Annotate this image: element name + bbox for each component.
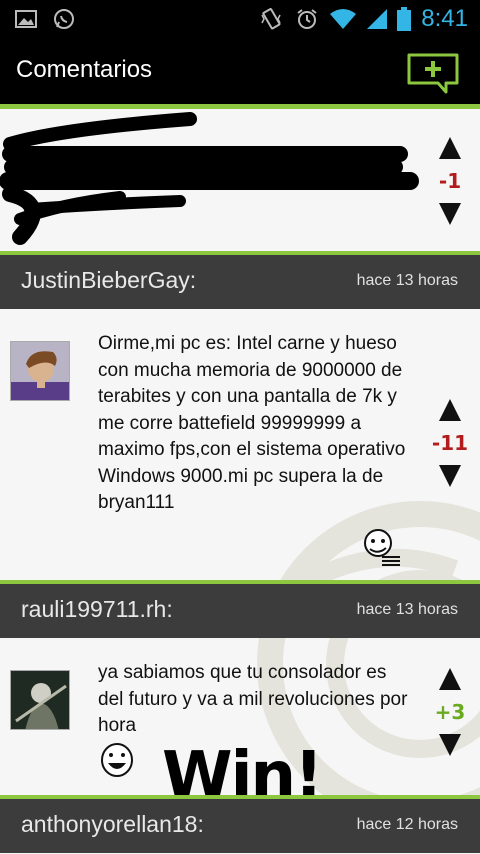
comment-username[interactable]: rauli199711.rh: bbox=[21, 596, 173, 623]
meme-face-icon bbox=[364, 529, 400, 566]
vote-box: -1 bbox=[430, 137, 470, 225]
wifi-icon bbox=[328, 0, 358, 38]
gallery-icon bbox=[14, 0, 38, 38]
upvote-icon[interactable] bbox=[439, 137, 461, 159]
upvote-icon[interactable] bbox=[439, 668, 461, 690]
meme-face-icon bbox=[101, 743, 133, 777]
vote-score: -11 bbox=[431, 431, 469, 455]
avatar[interactable] bbox=[10, 670, 70, 730]
vote-score: +3 bbox=[434, 700, 466, 724]
vote-box: -11 bbox=[430, 399, 470, 487]
comment-item: -1 bbox=[0, 109, 480, 251]
comment-text: Oirme,mi pc es: Intel carne y hueso con … bbox=[98, 333, 406, 513]
scribble-redaction bbox=[0, 112, 419, 245]
downvote-icon[interactable] bbox=[439, 465, 461, 487]
comment-header: rauli199711.rh: hace 13 horas bbox=[0, 580, 480, 638]
action-bar: Comentarios bbox=[0, 38, 480, 104]
vote-score: -1 bbox=[438, 169, 462, 193]
status-bar: 8:41 bbox=[0, 0, 480, 38]
upvote-icon[interactable] bbox=[439, 399, 461, 421]
add-comment-icon bbox=[407, 53, 459, 94]
comment-time: hace 13 horas bbox=[356, 272, 458, 289]
avatar[interactable] bbox=[10, 341, 70, 401]
comment-text: ya sabiamos que tu consolador es del fut… bbox=[98, 662, 408, 736]
comment-header: JustinBieberGay: hace 13 horas bbox=[0, 251, 480, 309]
vibrate-icon bbox=[258, 0, 284, 38]
add-comment-button[interactable] bbox=[406, 52, 462, 94]
status-time: 8:41 bbox=[421, 5, 468, 32]
comment-header: anthonyorellan18: hace 12 horas bbox=[0, 795, 480, 853]
comment-username[interactable]: anthonyorellan18: bbox=[21, 811, 204, 838]
battery-icon bbox=[396, 0, 412, 38]
alarm-icon bbox=[294, 0, 320, 38]
signal-icon bbox=[364, 0, 390, 38]
vote-box: +3 bbox=[430, 668, 470, 756]
downvote-icon[interactable] bbox=[439, 203, 461, 225]
comment-item: Oirme,mi pc es: Intel carne y hueso con … bbox=[0, 309, 480, 580]
comment-time: hace 12 horas bbox=[356, 816, 458, 833]
downvote-icon[interactable] bbox=[439, 734, 461, 756]
comments-list[interactable]: -1 JustinBieberGay: hace 13 horas Oirme,… bbox=[0, 109, 480, 854]
page-title: Comentarios bbox=[16, 56, 153, 83]
comment-time: hace 13 horas bbox=[356, 601, 458, 618]
comment-username[interactable]: JustinBieberGay: bbox=[21, 267, 196, 294]
whatsapp-icon bbox=[52, 0, 76, 38]
